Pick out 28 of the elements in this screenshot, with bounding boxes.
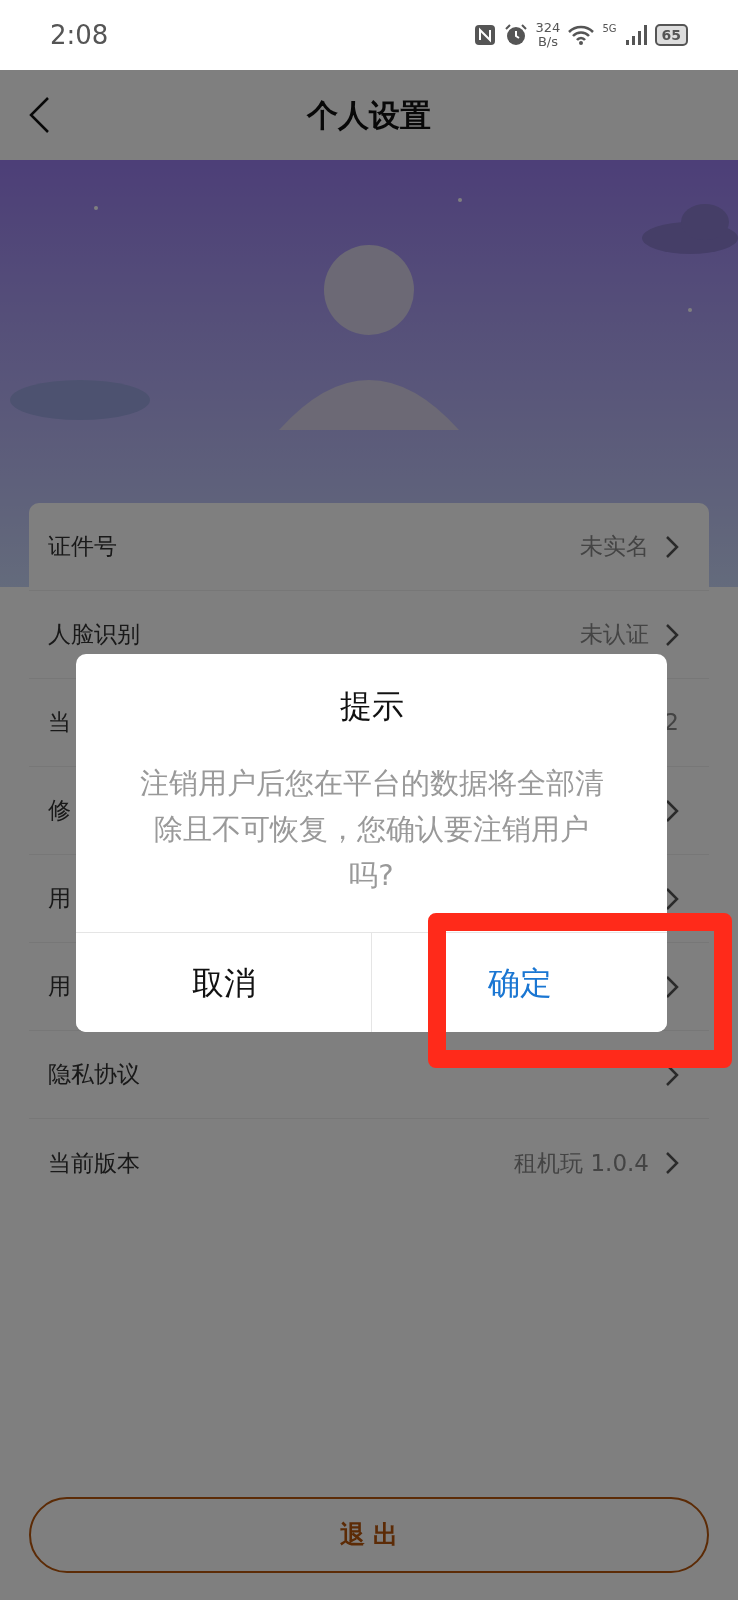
row-label: 当前版本 bbox=[48, 1148, 140, 1178]
speed-text: 324 bbox=[535, 21, 561, 35]
page-title: 个人设置 bbox=[307, 95, 431, 135]
speed-text: B/s bbox=[536, 35, 559, 49]
row-label: 当 bbox=[48, 708, 71, 738]
nfc-icon bbox=[473, 24, 496, 46]
dialog-message: 注销用户后您在平台的数据将全部清除且不可恢复，您确认要注销用户吗? bbox=[138, 765, 605, 894]
row-label: 隐私协议 bbox=[48, 1060, 140, 1090]
back-icon[interactable] bbox=[28, 96, 50, 134]
row-label: 修 bbox=[48, 796, 71, 826]
row-label: 证件号 bbox=[48, 532, 117, 562]
settings-row[interactable]: 证件号 未实名 bbox=[29, 503, 709, 591]
cancel-button[interactable]: 取消 bbox=[76, 933, 372, 1032]
battery-indicator: 65 bbox=[654, 24, 688, 46]
logout-button[interactable]: 退 出 bbox=[29, 1497, 709, 1573]
row-label: 用 bbox=[48, 972, 71, 1002]
dialog-title: 提示 bbox=[338, 686, 405, 727]
row-label: 人脸识别 bbox=[48, 620, 140, 650]
network-text: 5G bbox=[602, 22, 617, 36]
alarm-icon bbox=[503, 23, 528, 47]
row-value: 租机玩 1.0.4 bbox=[514, 1148, 649, 1178]
time-text: 2:08 bbox=[50, 18, 109, 52]
wifi-icon bbox=[568, 25, 595, 45]
row-value: 未认证 bbox=[580, 620, 649, 650]
settings-row[interactable]: 当前版本 租机玩 1.0.4 bbox=[29, 1119, 709, 1207]
signal-icon bbox=[624, 24, 647, 46]
row-value: 未实名 bbox=[580, 532, 649, 562]
row-label: 用 bbox=[48, 884, 71, 914]
